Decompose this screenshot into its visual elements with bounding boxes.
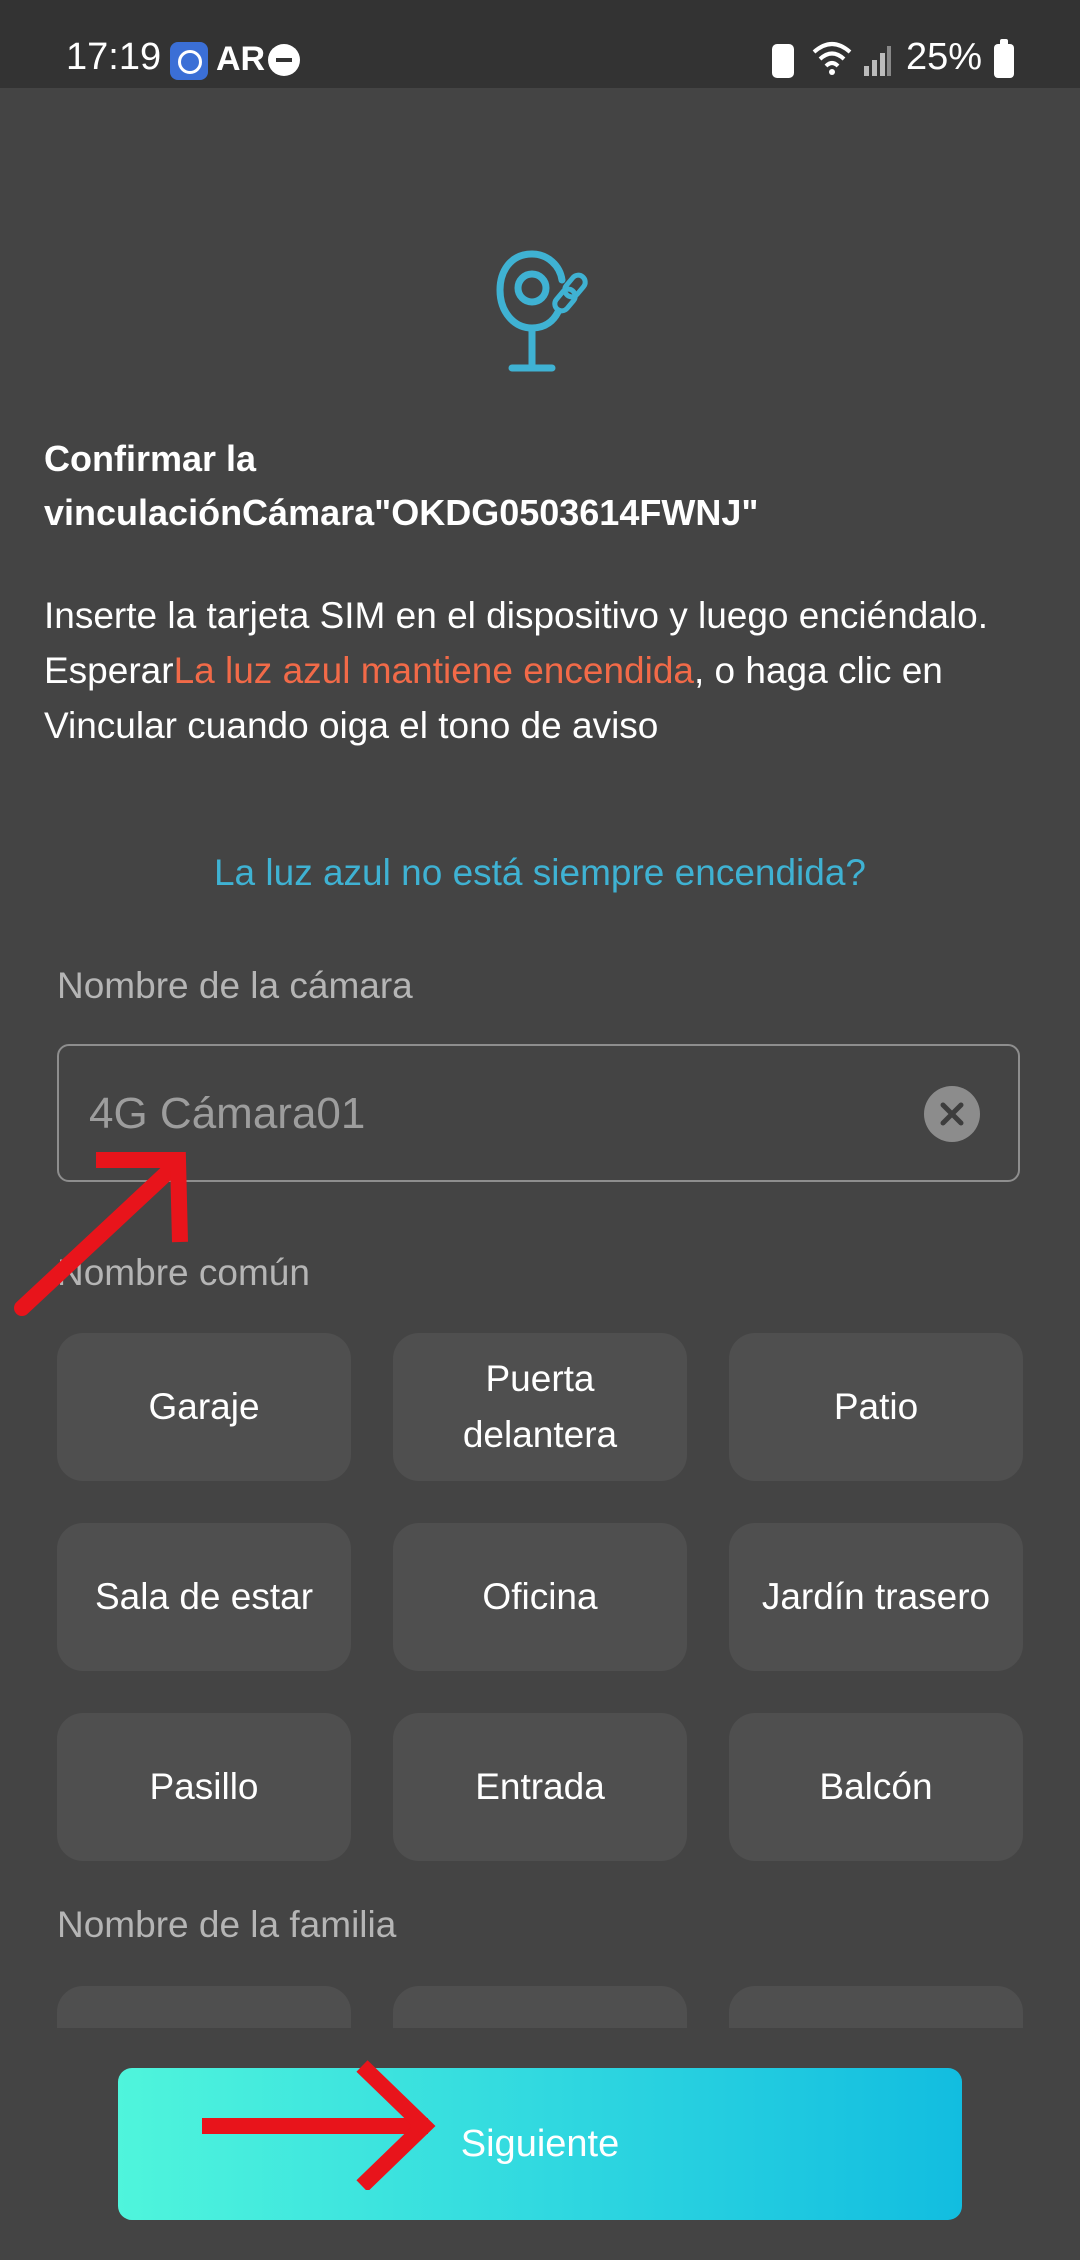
- close-icon: [940, 1102, 964, 1126]
- family-chip[interactable]: [57, 1986, 351, 2028]
- status-bar: 17:19 AR 25%: [0, 0, 1080, 88]
- chip-entrada[interactable]: Entrada: [393, 1713, 687, 1861]
- clear-button[interactable]: [924, 1086, 980, 1142]
- chip-label: Puerta delantera: [462, 1358, 618, 1455]
- wifi-icon: [812, 42, 852, 75]
- blue-light-help-link[interactable]: La luz azul no está siempre encendida?: [0, 852, 1080, 894]
- camera-app-icon: [170, 42, 208, 80]
- chip-puerta-delantera[interactable]: Puerta delantera: [393, 1333, 687, 1481]
- title-line-2: vinculaciónCámara"OKDG0503614FWNJ": [44, 492, 759, 533]
- battery-percent: 25%: [906, 36, 983, 78]
- chip-sala-de-estar[interactable]: Sala de estar: [57, 1523, 351, 1671]
- status-time: 17:19: [66, 36, 162, 78]
- do-not-disturb-icon: [268, 44, 300, 76]
- chip-balcon[interactable]: Balcón: [729, 1713, 1023, 1861]
- family-name-label: Nombre de la familia: [57, 1904, 397, 1945]
- instructions-text: Inserte la tarjeta SIM en el dispositivo…: [44, 588, 1044, 753]
- battery-saver-icon: [772, 44, 794, 78]
- chip-oficina[interactable]: Oficina: [393, 1523, 687, 1671]
- blue-light-highlight: La luz azul mantiene encendida: [173, 650, 694, 691]
- chip-pasillo[interactable]: Pasillo: [57, 1713, 351, 1861]
- title-line-1: Confirmar la: [44, 438, 257, 479]
- camera-link-icon: [496, 250, 588, 372]
- chip-jardin-trasero[interactable]: Jardín trasero: [729, 1523, 1023, 1671]
- annotation-arrow-icon: [14, 1152, 188, 1316]
- chip-patio[interactable]: Patio: [729, 1333, 1023, 1481]
- instructions-line-1: Inserte la tarjeta SIM en el dispositivo…: [44, 595, 989, 636]
- annotation-arrow-icon: [202, 2060, 436, 2190]
- signal-icon: [864, 46, 891, 76]
- camera-name-label: Nombre de la cámara: [57, 965, 413, 1006]
- instructions-line-2: EsperarLa luz azul mantiene encendida, o…: [44, 643, 1044, 753]
- wait-prefix: Esperar: [44, 650, 174, 691]
- chip-garaje[interactable]: Garaje: [57, 1333, 351, 1481]
- ar-icon: AR: [216, 40, 266, 78]
- battery-icon: [994, 39, 1014, 78]
- family-chip[interactable]: [729, 1986, 1023, 2028]
- family-chip[interactable]: [393, 1986, 687, 2028]
- page-title: Confirmar la vinculaciónCámara"OKDG05036…: [44, 432, 1034, 540]
